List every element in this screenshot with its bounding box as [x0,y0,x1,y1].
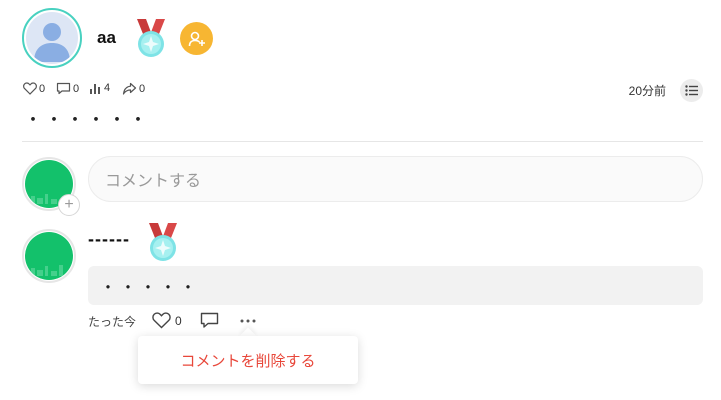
share-count: 0 [139,82,146,95]
delete-comment-option[interactable]: コメントを削除する [138,336,358,384]
heart-icon [23,82,37,95]
divider [22,141,703,142]
plus-icon[interactable]: + [58,194,80,216]
heart-icon [152,312,171,329]
comment-like-count: 0 [175,313,182,328]
follow-button[interactable] [180,22,213,55]
post-author-avatar[interactable] [22,8,82,68]
comment-icon [56,82,71,95]
comment-body: ・・・・・ [88,266,703,305]
comment-icon [200,312,219,328]
bar-chart-icon [90,84,100,94]
add-user-icon [188,31,205,46]
comment-timestamp: たった今 [88,315,137,329]
comment-input-placeholder: コメントする [105,173,202,190]
views-count: 4 [104,82,111,94]
comment-reply-button[interactable] [200,312,219,334]
comment-count: 0 [73,82,80,95]
share-stat[interactable]: 0 [122,82,145,95]
avatar-pattern-icon [31,265,63,276]
commenter-name[interactable]: ------ [88,229,130,250]
medal-icon [130,17,172,59]
more-dots-icon [240,319,256,323]
comment-like-button[interactable]: 0 [152,312,182,329]
like-stat[interactable]: 0 [23,82,45,95]
commenter-avatar[interactable] [22,229,76,283]
post-body: ・・・・・・ [24,110,150,130]
views-stat: 4 [89,82,110,94]
post-timestamp: 20分前 [628,84,666,98]
comment-input[interactable]: コメントする [88,156,703,202]
default-user-icon [34,23,70,62]
share-icon [122,82,137,95]
like-count: 0 [39,82,46,95]
comment-text: ・・・・・ [100,279,201,297]
list-icon [685,85,698,96]
list-menu-button[interactable] [680,79,703,102]
medal-icon [142,221,184,263]
post-author-name[interactable]: aa [97,28,116,48]
comment-stat[interactable]: 0 [56,82,79,95]
